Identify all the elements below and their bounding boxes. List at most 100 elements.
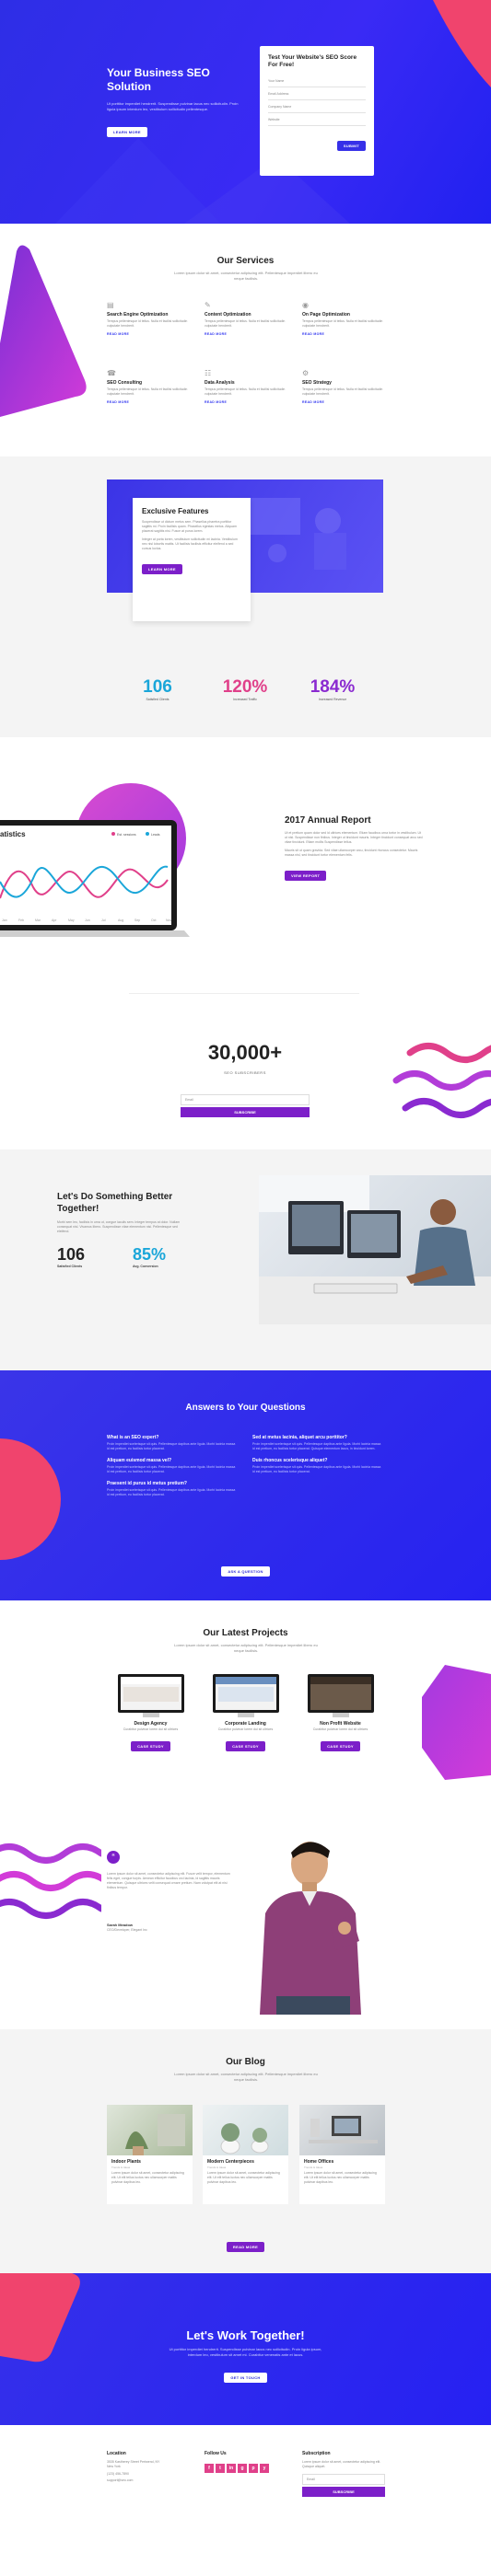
work-text: Ut porttitor imperdiet hendrerit. Suspen… (169, 2347, 322, 2357)
hero-learn-more-button[interactable]: LEARN MORE (107, 127, 147, 137)
project-card: Non Profit Website Curabitur pulvinar lo… (297, 1674, 384, 1752)
facebook-icon[interactable]: f (205, 2464, 214, 2473)
service-read-more-link[interactable]: READ MORE (302, 332, 390, 336)
service-read-more-link[interactable]: READ MORE (107, 332, 194, 336)
service-read-more-link[interactable]: READ MORE (107, 400, 194, 404)
features-section: Exclusive Features Suspendisse ut dictum… (0, 456, 491, 737)
wave-decoration (0, 1843, 101, 1919)
service-read-more-link[interactable]: READ MORE (205, 332, 292, 336)
footer-email-input[interactable]: Email (302, 2474, 385, 2485)
stat-item: 106 Satisfied Clients (143, 677, 172, 701)
services-grid: ▤ Search Engine Optimization Tempus pell… (107, 301, 392, 439)
stat-item: 184% Increased Revenue (310, 677, 356, 701)
company-field[interactable]: Company Name (268, 100, 366, 113)
subscribe-email-input[interactable]: Email (181, 1094, 310, 1105)
office-photo (259, 1175, 491, 1324)
faq-item: What is an SEO expert? Proin imperdiet s… (107, 1435, 236, 1450)
blog-section: Our Blog Lorem ipsum dolor sit amet, con… (0, 2029, 491, 2273)
report-title: 2017 Annual Report (285, 815, 371, 826)
page: Your Business SEO Solution Ut porttitor … (0, 0, 491, 2576)
footer-subscription-text: Lorem ipsum dolor sit amet, consectetur … (302, 2460, 381, 2468)
data-icon: ☷ (205, 369, 212, 377)
svg-text:Oct: Oct (151, 918, 156, 922)
faq-item: Aliquam euismod massa vel? Proin imperdi… (107, 1458, 236, 1473)
svg-text:Est. sessions: Est. sessions (117, 833, 136, 837)
svg-text:Mar: Mar (35, 918, 41, 922)
blog-subtitle: Lorem ipsum dolor sit amet, consectetur … (174, 2072, 318, 2082)
chart-title: atistics (0, 830, 26, 838)
features-card: Exclusive Features Suspendisse ut dictum… (133, 498, 251, 621)
subscriber-count: 30,000+ (207, 1041, 283, 1064)
footer-phone: (123) 456-7890 (107, 2472, 129, 2476)
email-field[interactable]: Email Address (268, 87, 366, 100)
view-report-button[interactable]: VIEW REPORT (285, 871, 327, 881)
seo-form-submit-button[interactable]: SUBMIT (336, 141, 366, 151)
quote-icon: “ (107, 1851, 120, 1864)
footer-subscription-title: Subscription (302, 2451, 331, 2456)
service-item: ▤ Search Engine Optimization Tempus pell… (107, 301, 194, 336)
youtube-icon[interactable]: y (260, 2464, 269, 2473)
subscribers-section: 30,000+ SEO SUBSCRIBERS Email SUBSCRIBE (0, 993, 491, 1149)
google-plus-icon[interactable]: g (238, 2464, 247, 2473)
footer-address: 3535 Kastherey Street Pertwend, NY New Y… (107, 2460, 160, 2468)
case-study-button[interactable]: CASE STUDY (131, 1741, 170, 1751)
report-section: atistics Est. sessions Leads Jan Feb Mar Ap… (0, 737, 491, 993)
linkedin-icon[interactable]: in (227, 2464, 236, 2473)
svg-text:Nov: Nov (166, 918, 171, 922)
wave-decoration (392, 1043, 491, 1118)
service-item: ☷ Data Analysis Tempus pellentesque id t… (205, 369, 292, 404)
hero-decoration (55, 0, 491, 224)
legend-sessions-swatch (111, 832, 115, 836)
project-card: Corporate Landing Curabitur pulvinar lor… (202, 1674, 289, 1752)
service-item: ✎ Content Optimization Tempus pellentesq… (205, 301, 292, 336)
features-learn-more-button[interactable]: LEARN MORE (142, 564, 182, 574)
purple-hexagon-decoration (422, 1665, 491, 1780)
svg-text:Jul: Jul (101, 918, 106, 922)
blog-card: Modern Centerpieces Trends & Ideas Lorem… (203, 2105, 288, 2204)
service-item: ⚙ SEO Strategy Tempus pellentesque id te… (302, 369, 390, 404)
blog-title: Our Blog (226, 2057, 265, 2067)
hero-section: Your Business SEO Solution Ut porttitor … (0, 0, 491, 224)
work-together-section: Let's Work Together! Ut porttitor imperd… (0, 2273, 491, 2425)
together-section: Let's Do Something Better Together! Morb… (0, 1149, 491, 1370)
website-field[interactable]: Website (268, 113, 366, 126)
footer-follow-title: Follow Us (205, 2451, 227, 2456)
get-in-touch-button[interactable]: GET IN TOUCH (224, 2373, 267, 2383)
service-read-more-link[interactable]: READ MORE (302, 400, 390, 404)
hero-text: Ut porttitor imperdiet hendrerit. Suspen… (107, 101, 239, 111)
service-read-more-link[interactable]: READ MORE (205, 400, 292, 404)
settings-icon: ⚙ (302, 369, 310, 377)
subscribe-button[interactable]: SUBSCRIBE (181, 1107, 310, 1117)
faq-title: Answers to Your Questions (185, 1403, 306, 1413)
service-item: ◉ On Page Optimization Tempus pellentesq… (302, 301, 390, 336)
pinterest-icon[interactable]: p (249, 2464, 258, 2473)
services-section: Our Services Lorem ipsum dolor sit amet,… (0, 224, 491, 456)
footer-subscribe-button[interactable]: SUBSCRIBE (302, 2487, 385, 2497)
purple-triangle-decoration (0, 245, 87, 417)
footer-email[interactable]: support@seo.com (107, 2478, 199, 2483)
case-study-button[interactable]: CASE STUDY (226, 1741, 265, 1751)
project-card: Design Agency Curabitur pulvinar lorem d… (107, 1674, 194, 1752)
projects-title: Our Latest Projects (203, 1628, 288, 1638)
monitor-stand (332, 1713, 349, 1717)
svg-text:Feb: Feb (18, 918, 24, 922)
name-field[interactable]: Your Name (268, 75, 366, 87)
testimonial-section: “ Lorem ipsum dolor sit amet, consectetu… (0, 1803, 491, 2029)
monitor-mockup (117, 1674, 184, 1713)
hero-title: Your Business SEO Solution (107, 66, 210, 93)
ask-question-button[interactable]: ASK A QUESTION (221, 1566, 270, 1577)
svg-text:Leads: Leads (151, 833, 160, 837)
together-stat: 85% Avg. Conversion (133, 1245, 167, 1268)
blog-read-more-button[interactable]: READ MORE (226, 2242, 265, 2252)
document-icon: ✎ (205, 301, 211, 309)
svg-text:Jan: Jan (2, 918, 7, 922)
twitter-icon[interactable]: t (216, 2464, 225, 2473)
projects-subtitle: Lorem ipsum dolor sit amet, consectetur … (174, 1643, 318, 1653)
monitor-mockup (212, 1674, 279, 1713)
office-photo-illustration (259, 1175, 491, 1324)
together-stat: 106 Satisfied Clients (57, 1245, 86, 1268)
together-title: Let's Do Something Better Together! (57, 1192, 173, 1214)
blog-image (107, 2105, 193, 2155)
case-study-button[interactable]: CASE STUDY (321, 1741, 360, 1751)
svg-text:May: May (68, 918, 75, 922)
